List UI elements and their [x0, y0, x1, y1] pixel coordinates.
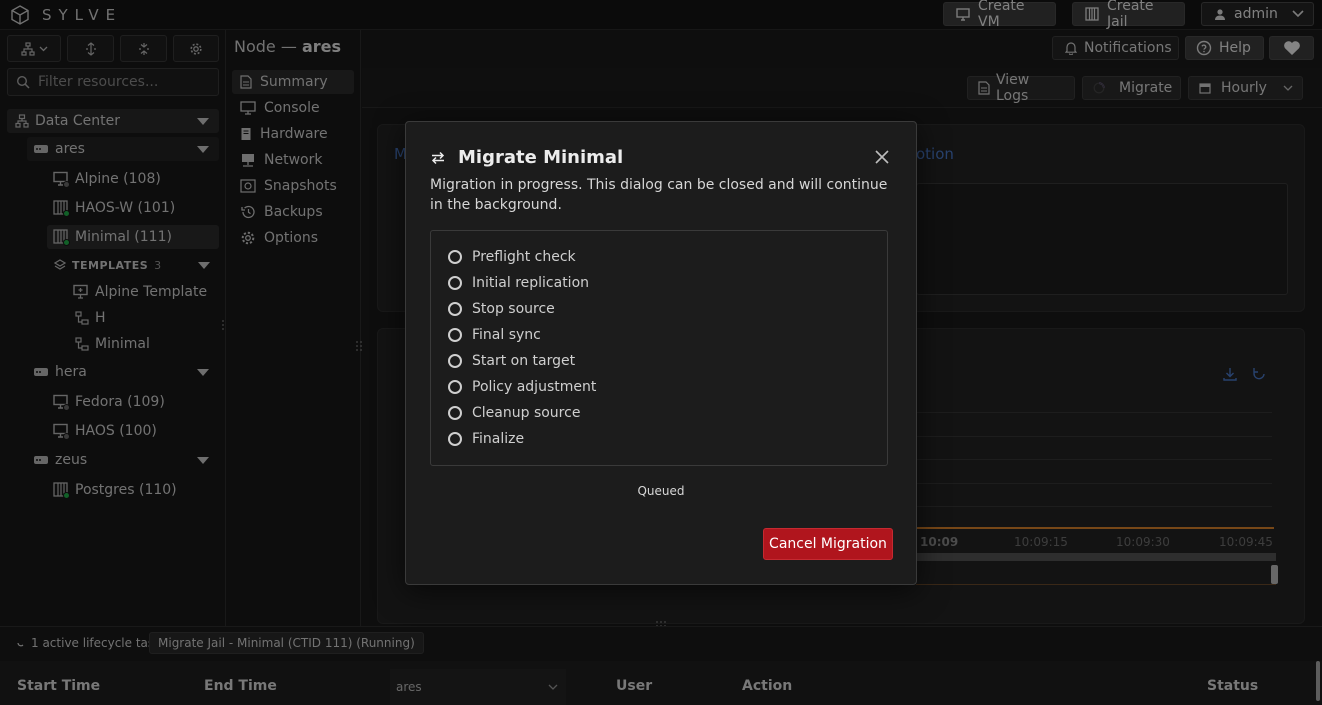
step-pending-circle-icon — [448, 250, 462, 264]
step-pending-circle-icon — [448, 406, 462, 420]
dialog-description: Migration in progress. This dialog can b… — [430, 177, 888, 213]
cancel-migration-button[interactable]: Cancel Migration — [763, 528, 893, 560]
step-label: Finalize — [472, 431, 525, 447]
migration-steps: Preflight check Initial replication Stop… — [430, 230, 888, 466]
step-pending-circle-icon — [448, 354, 462, 368]
step-label: Preflight check — [472, 249, 576, 265]
step-pending-circle-icon — [448, 380, 462, 394]
step-label: Stop source — [472, 301, 555, 317]
step-item: Initial replication — [448, 275, 589, 291]
step-item: Final sync — [448, 327, 541, 343]
migration-status: Queued — [637, 484, 685, 498]
step-pending-circle-icon — [448, 328, 462, 342]
step-item: Finalize — [448, 431, 524, 447]
dialog-title-text: Migrate Minimal — [458, 147, 624, 168]
step-item: Policy adjustment — [448, 379, 596, 395]
migrate-dialog: Migrate Minimal Migration in progress. T… — [405, 121, 917, 585]
step-label: Policy adjustment — [472, 379, 597, 395]
step-pending-circle-icon — [448, 276, 462, 290]
swap-arrows-icon — [430, 151, 446, 165]
close-button[interactable] — [872, 147, 892, 167]
step-item: Preflight check — [448, 249, 576, 265]
step-label: Cleanup source — [472, 405, 581, 421]
step-pending-circle-icon — [448, 302, 462, 316]
step-item: Stop source — [448, 301, 555, 317]
step-label: Final sync — [472, 327, 541, 343]
step-item: Cleanup source — [448, 405, 580, 421]
step-pending-circle-icon — [448, 432, 462, 446]
dialog-title: Migrate Minimal — [430, 147, 623, 168]
step-item: Start on target — [448, 353, 575, 369]
step-label: Initial replication — [472, 275, 590, 291]
close-icon — [872, 147, 892, 167]
step-label: Start on target — [472, 353, 576, 369]
